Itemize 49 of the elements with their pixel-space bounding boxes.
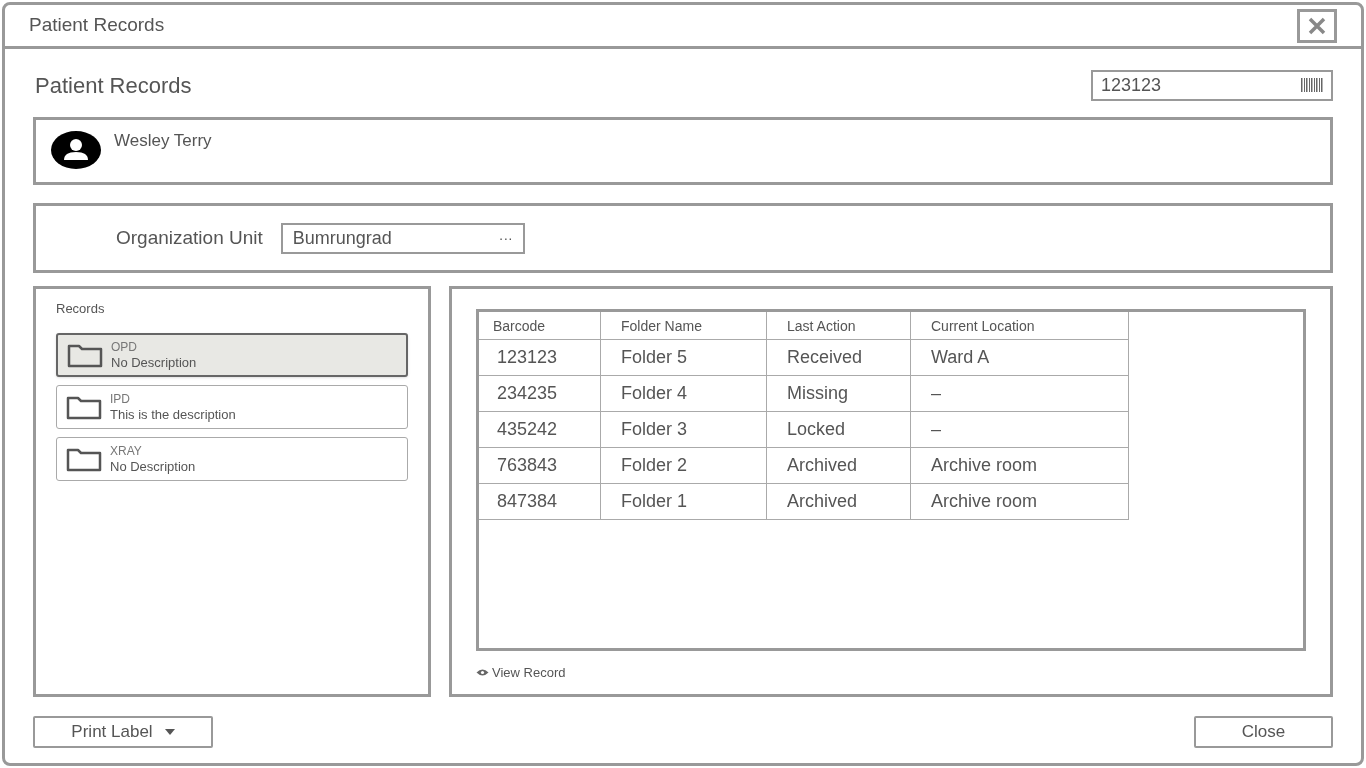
table-cell: Locked [767, 412, 911, 447]
table-cell: Folder 1 [601, 484, 767, 519]
table-cell: Missing [767, 376, 911, 411]
organization-field[interactable]: Bumrungrad ··· [280, 222, 525, 254]
folder-name: OPD [111, 339, 138, 355]
page-heading: Patient Records [34, 71, 192, 100]
record-folder-item[interactable]: XRAY No Description [56, 436, 408, 481]
table-cell: Archive room [911, 484, 1129, 519]
table-cell: 763843 [479, 448, 601, 483]
close-icon[interactable] [1297, 8, 1337, 43]
folder-name: IPD [110, 391, 131, 407]
print-label-button[interactable]: Print Label [33, 716, 213, 748]
barcode-input-field[interactable]: 123123 [1091, 69, 1333, 101]
column-header: Current Location [911, 312, 1129, 339]
column-header: Barcode [479, 312, 601, 339]
table-cell: Folder 3 [601, 412, 767, 447]
table-cell: Folder 2 [601, 448, 767, 483]
organization-label: Organization Unit [116, 225, 263, 250]
user-avatar-icon [50, 130, 102, 170]
table-cell: – [911, 412, 1129, 447]
table-cell: Archived [767, 448, 911, 483]
table-cell: 847384 [479, 484, 601, 519]
folder-description: This is the description [110, 406, 236, 422]
barcode-icon [1301, 78, 1323, 92]
folder-description: No Description [110, 458, 196, 474]
window-title: Patient Records [29, 13, 165, 38]
table-cell: Archived [767, 484, 911, 519]
patient-name: Wesley Terry [114, 130, 212, 152]
table-cell: Archive room [911, 448, 1129, 483]
table-cell: – [911, 376, 1129, 411]
table-cell: Folder 4 [601, 376, 767, 411]
close-button[interactable]: Close [1194, 716, 1333, 748]
column-header: Last Action [767, 312, 911, 339]
table-cell: Received [767, 340, 911, 375]
record-folder-item[interactable]: IPD This is the description [56, 384, 408, 429]
column-header: Folder Name [601, 312, 767, 339]
table-cell: 234235 [479, 376, 601, 411]
records-title: Records [56, 300, 106, 318]
folder-description: No Description [111, 354, 197, 370]
eye-icon [476, 668, 489, 678]
table-cell: 123123 [479, 340, 601, 375]
view-record-link[interactable]: View Record [476, 663, 566, 683]
table-cell: Folder 5 [601, 340, 767, 375]
browse-button[interactable]: ··· [498, 227, 513, 249]
record-folder-item[interactable]: OPD No Description [56, 332, 408, 377]
table-cell: Ward A [911, 340, 1129, 375]
table-cell: 435242 [479, 412, 601, 447]
folder-name: XRAY [110, 443, 143, 459]
caret-icon [164, 729, 175, 735]
